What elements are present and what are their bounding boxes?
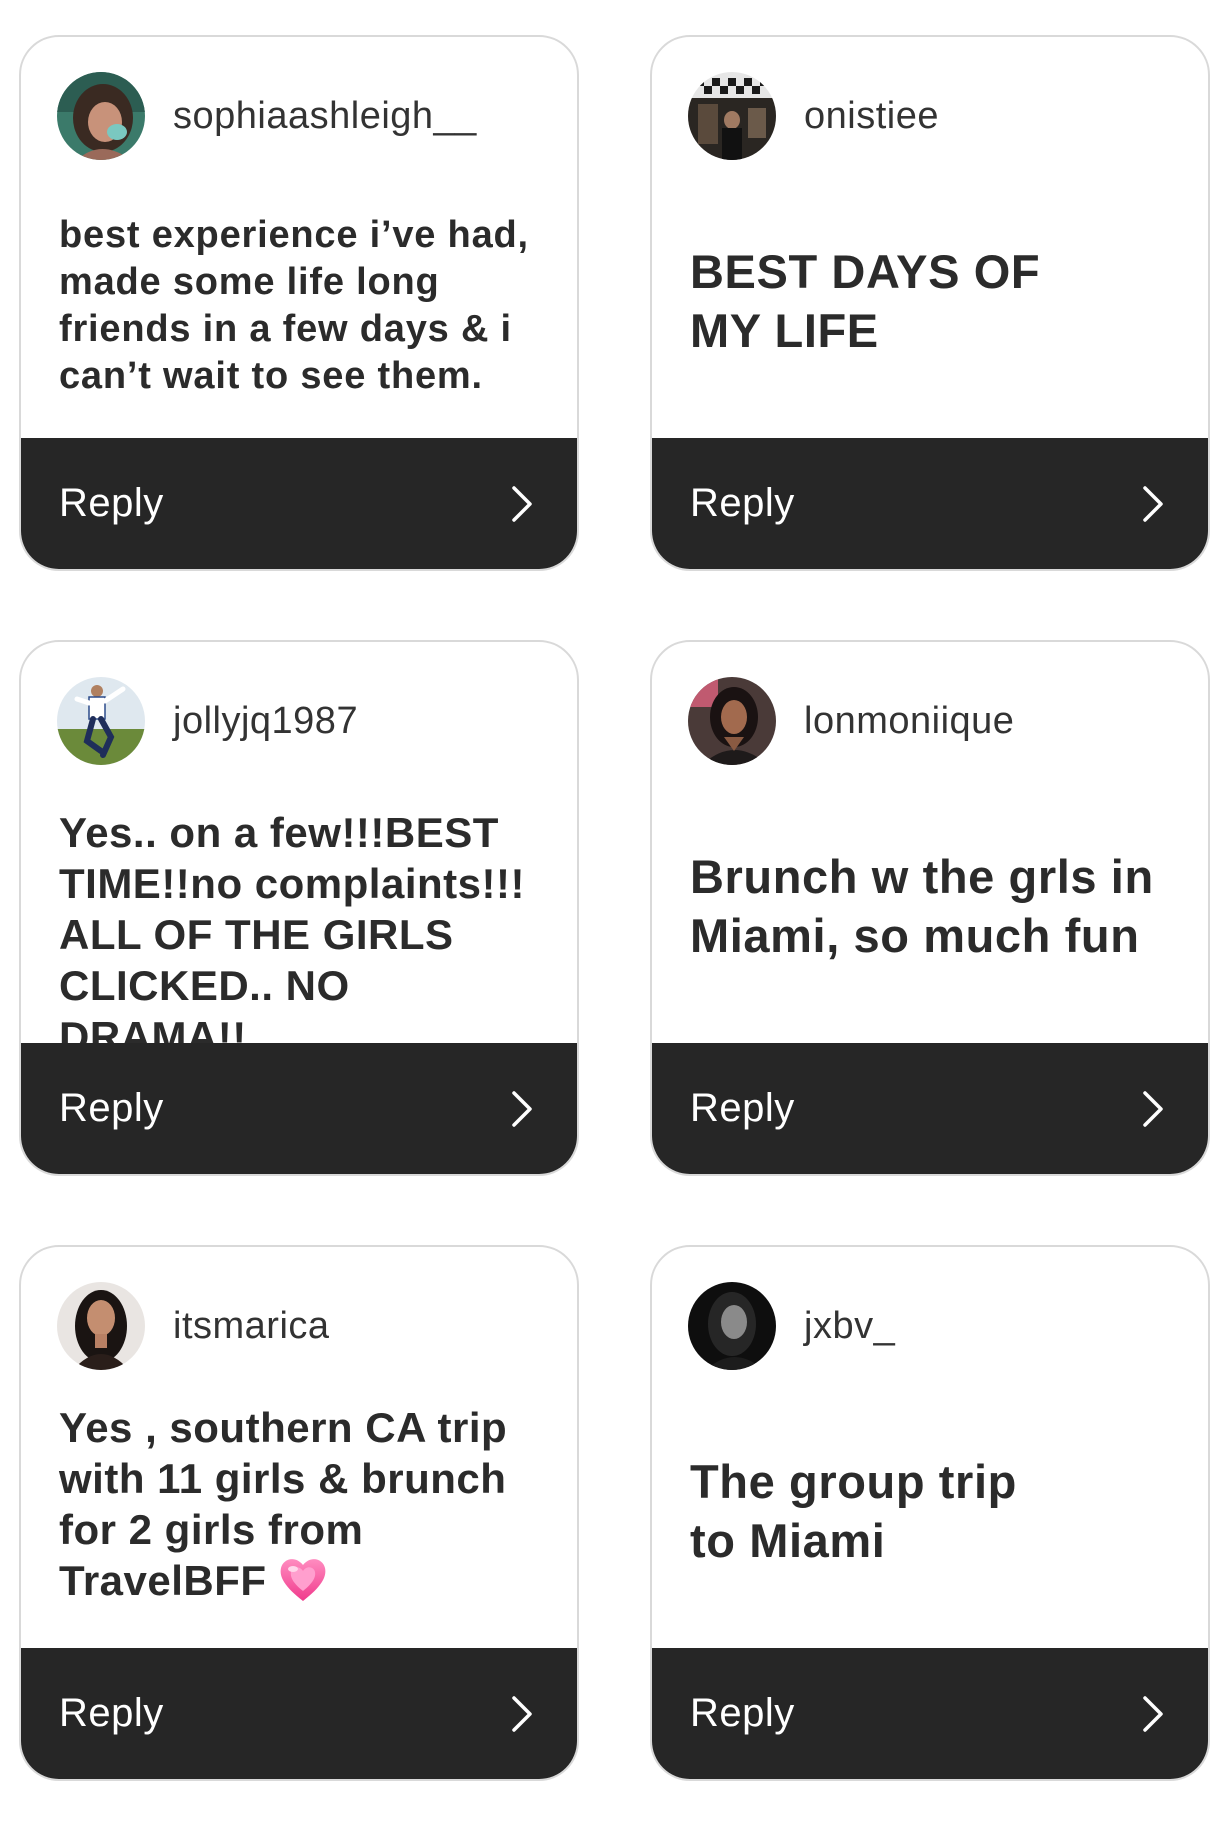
profile-photo-woman-icon <box>688 677 776 765</box>
username[interactable]: jollyjq1987 <box>173 700 358 743</box>
avatar[interactable] <box>57 677 145 765</box>
card-header: lonmoniique <box>688 676 1014 766</box>
chevron-right-icon <box>511 485 533 523</box>
reply-button[interactable]: Reply <box>21 438 577 569</box>
profile-photo-woman-icon <box>57 72 145 160</box>
growing-heart-emoji <box>277 1555 329 1614</box>
username[interactable]: lonmoniique <box>804 700 1014 743</box>
chevron-right-icon <box>1142 1090 1164 1128</box>
profile-photo-woman-bw-icon <box>688 1282 776 1370</box>
message-text: Yes , southern CA trip with 11 girls & b… <box>59 1402 547 1614</box>
reply-label: Reply <box>59 1086 164 1130</box>
chevron-right-icon <box>511 1695 533 1733</box>
profile-photo-woman-icon <box>57 1282 145 1370</box>
avatar[interactable] <box>688 72 776 160</box>
avatar[interactable] <box>688 1282 776 1370</box>
reply-button[interactable]: Reply <box>21 1043 577 1174</box>
reply-card: sophiaashleigh__ best experience i’ve ha… <box>19 35 579 571</box>
message-text: Yes.. on a few!!!BEST TIME!!no complaint… <box>59 809 525 1060</box>
message-text: best experience i’ve had, made some life… <box>59 214 529 397</box>
reply-button[interactable]: Reply <box>652 438 1208 569</box>
reply-button[interactable]: Reply <box>652 1648 1208 1779</box>
avatar[interactable] <box>688 677 776 765</box>
card-header: jxbv_ <box>688 1281 895 1371</box>
reply-label: Reply <box>690 1086 795 1130</box>
username[interactable]: itsmarica <box>173 1305 330 1348</box>
message-text: BEST DAYS OF MY LIFE <box>690 245 1041 357</box>
avatar[interactable] <box>57 72 145 160</box>
card-header: sophiaashleigh__ <box>57 71 477 161</box>
reply-card: itsmarica Yes , southern CA trip with 11… <box>19 1245 579 1781</box>
username[interactable]: jxbv_ <box>804 1305 895 1348</box>
chevron-right-icon <box>511 1090 533 1128</box>
reply-label: Reply <box>690 481 795 525</box>
reply-label: Reply <box>59 481 164 525</box>
card-header: itsmarica <box>57 1281 330 1371</box>
reply-card: jxbv_ The group trip to Miami Reply <box>650 1245 1210 1781</box>
reply-label: Reply <box>690 1691 795 1735</box>
reply-label: Reply <box>59 1691 164 1735</box>
reply-card: jollyjq1987 Yes.. on a few!!!BEST TIME!!… <box>19 640 579 1176</box>
username[interactable]: onistiee <box>804 95 939 138</box>
reply-button[interactable]: Reply <box>652 1043 1208 1174</box>
username[interactable]: sophiaashleigh__ <box>173 95 477 138</box>
card-header: jollyjq1987 <box>57 676 358 766</box>
reply-button[interactable]: Reply <box>21 1648 577 1779</box>
message-text: The group trip to Miami <box>690 1455 1017 1567</box>
chevron-right-icon <box>1142 1695 1164 1733</box>
reply-card: lonmoniique Brunch w the grls in Miami, … <box>650 640 1210 1176</box>
avatar[interactable] <box>57 1282 145 1370</box>
card-header: onistiee <box>688 71 939 161</box>
message-text: Brunch w the grls in Miami, so much fun <box>690 850 1154 962</box>
reply-card: onistiee BEST DAYS OF MY LIFE Reply <box>650 35 1210 571</box>
profile-photo-room-icon <box>688 72 776 160</box>
reply-cards-grid: sophiaashleigh__ best experience i’ve ha… <box>0 0 1229 1843</box>
profile-photo-baseball-icon <box>57 677 145 765</box>
chevron-right-icon <box>1142 485 1164 523</box>
